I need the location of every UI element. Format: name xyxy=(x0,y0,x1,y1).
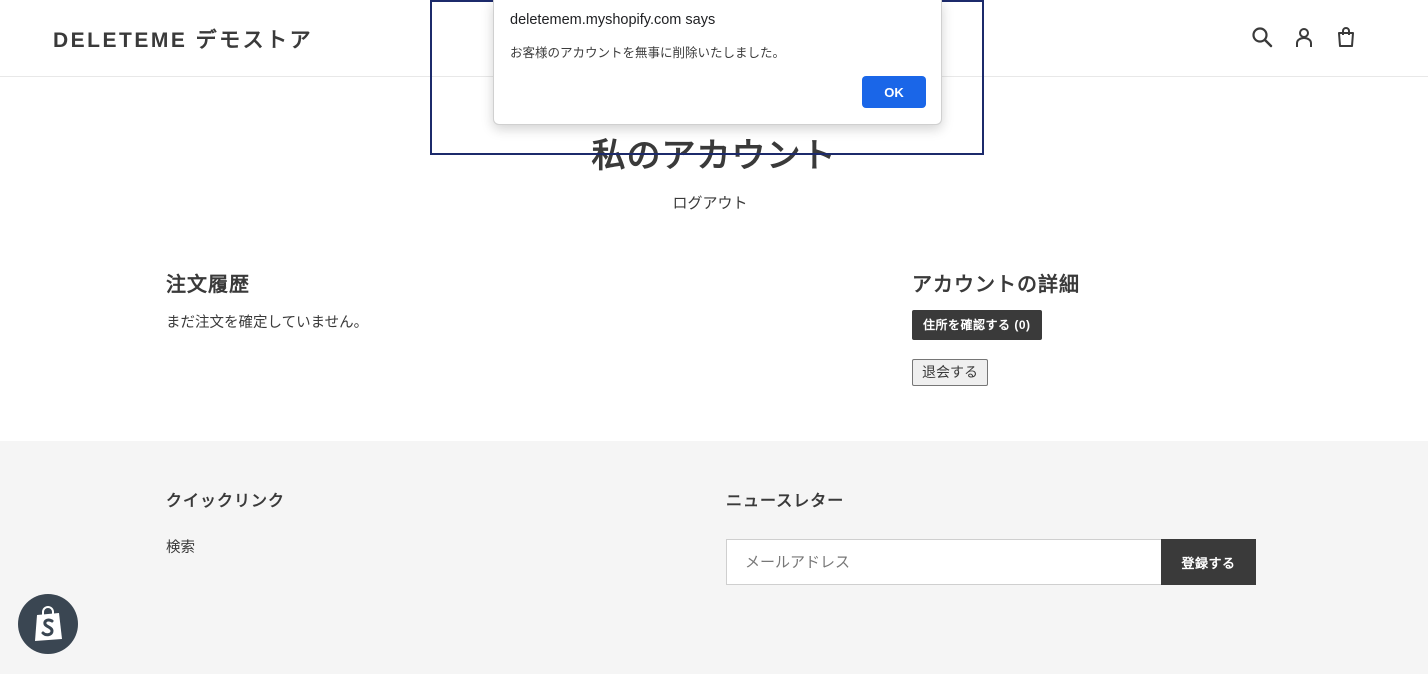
shopify-chat-badge[interactable] xyxy=(18,594,78,654)
search-icon[interactable] xyxy=(1250,25,1274,49)
footer-search-link[interactable]: 検索 xyxy=(166,536,195,557)
view-addresses-button[interactable]: 住所を確認する (0) xyxy=(912,310,1042,340)
order-history-heading: 注文履歴 xyxy=(166,272,250,296)
alert-title: deletemem.myshopify.com says xyxy=(510,12,716,28)
cart-icon[interactable] xyxy=(1334,25,1358,49)
alert-message: お客様のアカウントを無事に削除いたしました。 xyxy=(510,45,786,60)
header-icons xyxy=(1250,25,1358,49)
account-icon[interactable] xyxy=(1292,25,1316,49)
account-details-heading: アカウントの詳細 xyxy=(912,272,1080,296)
store-logo[interactable]: DELETEME デモストア xyxy=(53,24,313,54)
newsletter-heading: ニュースレター xyxy=(726,491,845,510)
newsletter-email-input[interactable] xyxy=(726,539,1162,585)
no-orders-text: まだ注文を確定していません。 xyxy=(166,315,369,331)
subscribe-button[interactable]: 登録する xyxy=(1161,539,1256,585)
shopify-bag-icon xyxy=(35,606,62,641)
alert-ok-button[interactable]: OK xyxy=(862,76,926,108)
alert-dialog: deletemem.myshopify.com says お客様のアカウントを無… xyxy=(493,0,942,125)
page-title: 私のアカウント xyxy=(591,136,837,176)
logout-link[interactable]: ログアウト xyxy=(0,192,1420,213)
withdraw-button[interactable]: 退会する xyxy=(912,359,988,386)
site-footer: クイックリンク 検索 ニュースレター 登録する xyxy=(0,441,1428,674)
quick-links-heading: クイックリンク xyxy=(166,491,286,510)
